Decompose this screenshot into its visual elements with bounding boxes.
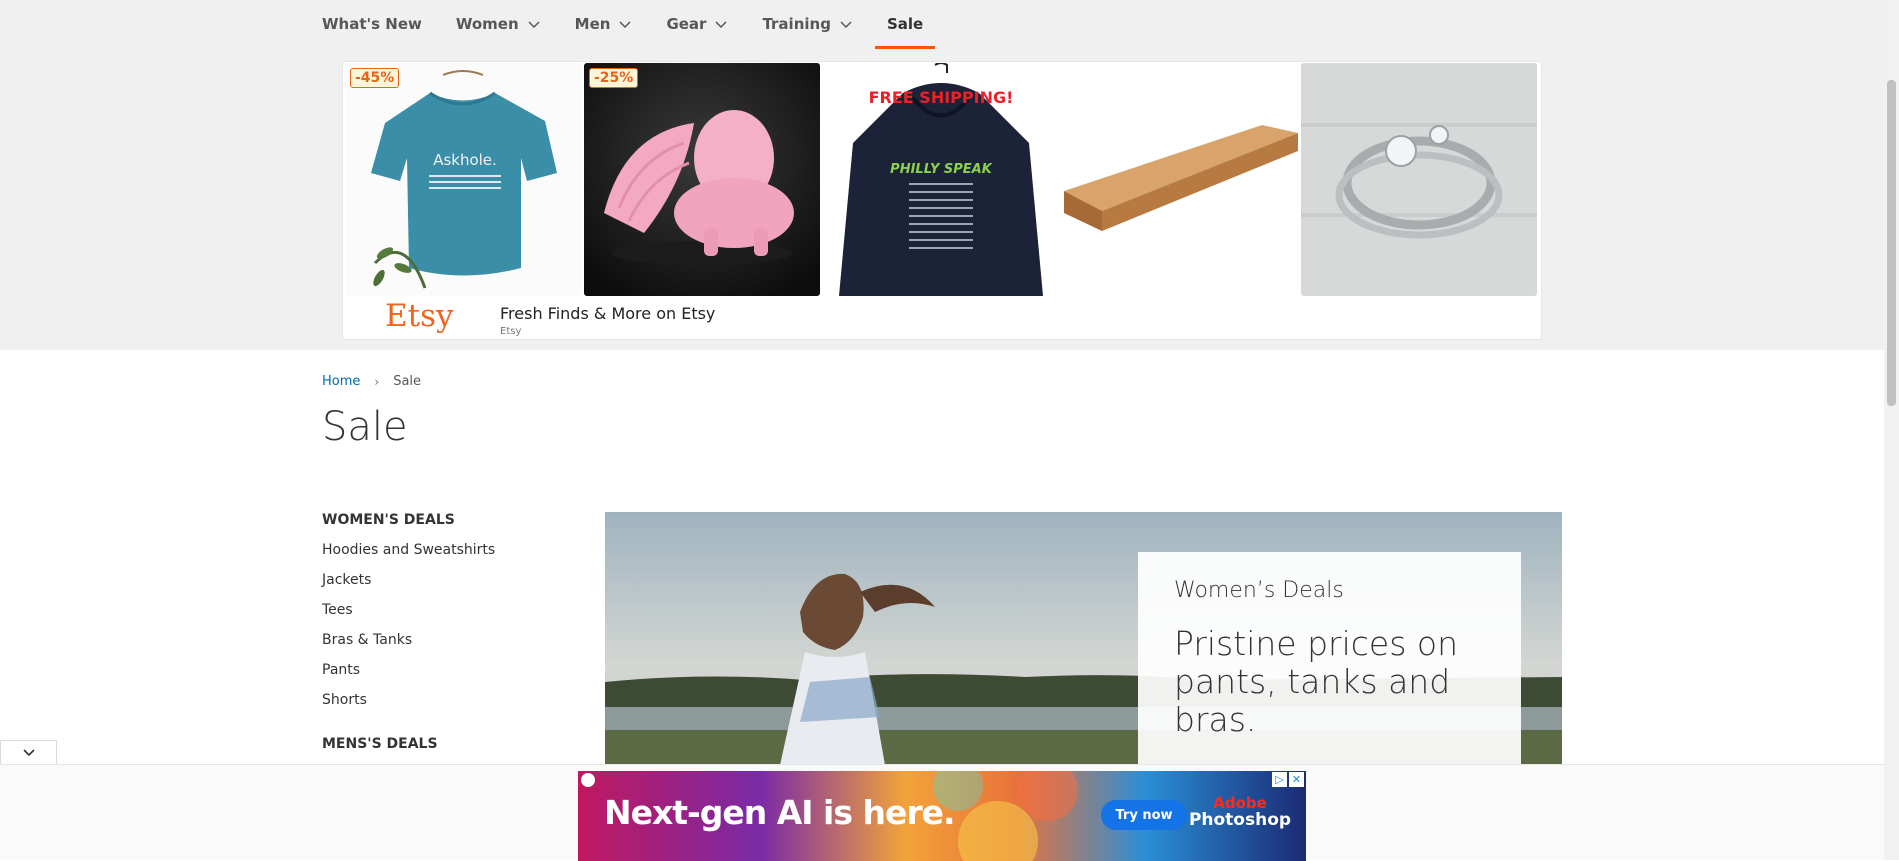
etsy-ad-banner[interactable]: ▷ ✕ Askhole. — [342, 61, 1542, 340]
nav-item-gear[interactable]: Gear — [666, 0, 728, 48]
discount-badge: -25% — [589, 68, 639, 88]
nav-item-training[interactable]: Training — [762, 0, 852, 48]
chevron-down-icon — [22, 748, 35, 756]
nav-item-men[interactable]: Men — [575, 0, 633, 48]
chevron-down-icon — [619, 21, 631, 29]
pink-shell-figurine-image — [584, 63, 820, 296]
free-shipping-banner: FREE SHIPPING! — [869, 88, 1014, 107]
nav-item-sale[interactable]: Sale — [874, 0, 936, 49]
sidebar-link-pants[interactable]: Pants — [322, 662, 562, 692]
ad-tile-ring[interactable] — [1301, 63, 1537, 296]
breadcrumb: Home › Sale — [322, 374, 421, 389]
etsy-ad-footer: Etsy Fresh Finds & More on Etsy Etsy — [343, 298, 1541, 340]
chevron-down-icon — [528, 21, 540, 29]
hoodie-product-image: FREE SHIPPING! PHILLY SPEAK — [823, 63, 1059, 296]
sidebar-heading-womens-deals: WOMEN'S DEALS — [322, 512, 455, 528]
sidebar-heading-mens-deals: MENS'S DEALS — [322, 736, 438, 752]
wood-shelf-image — [1062, 63, 1298, 296]
nav-item-whats-new[interactable]: What's New — [322, 0, 422, 48]
brand-line-photoshop: Photoshop — [1188, 810, 1292, 830]
diamond-ring-image — [1301, 63, 1537, 296]
page-title: Sale — [322, 404, 408, 450]
ad-tile-tshirt[interactable]: Askhole. -45% — [345, 63, 581, 296]
close-icon[interactable]: ✕ — [1289, 772, 1304, 787]
sidebar-link-jackets[interactable]: Jackets — [322, 572, 562, 602]
nav-label: Sale — [886, 15, 924, 33]
discount-badge: -45% — [350, 68, 400, 88]
collapse-ad-button[interactable] — [0, 740, 57, 764]
photoshop-ad-headline: Next-gen AI is here. — [604, 793, 956, 832]
page-scrollbar[interactable] — [1884, 0, 1899, 860]
ad-tile-shelf[interactable] — [1062, 63, 1298, 296]
ad-tiles: Askhole. -45% -25% FREE SHIPPING! PHILLY… — [345, 63, 1537, 296]
ad-tile-figurine[interactable]: -25% — [584, 63, 820, 296]
adobe-photoshop-logo: Adobe Photoshop — [1184, 795, 1296, 829]
sidebar-link-shorts[interactable]: Shorts — [322, 692, 562, 722]
tshirt-product-image: Askhole. — [345, 63, 581, 296]
sidebar-link-hoodies[interactable]: Hoodies and Sweatshirts — [322, 542, 562, 572]
shirt-text: Askhole. — [433, 151, 497, 169]
etsy-logo: Etsy — [385, 298, 454, 334]
scrollbar-thumb[interactable] — [1887, 80, 1896, 406]
hero-card-text: Pristine prices on pants, tanks and bras… — [1174, 624, 1458, 739]
photoshop-ad[interactable]: Next-gen AI is here. Try now Adobe Photo… — [578, 771, 1306, 861]
etsy-ad-headline[interactable]: Fresh Finds & More on Etsy — [500, 304, 715, 323]
try-now-button[interactable]: Try now — [1101, 800, 1187, 830]
hero-card: Women’s Deals Pristine prices on pants, … — [1138, 552, 1521, 765]
breadcrumb-separator: › — [374, 374, 380, 389]
nav-item-women[interactable]: Women — [456, 0, 541, 48]
sidebar-link-tees[interactable]: Tees — [322, 602, 562, 632]
hoodie-text: PHILLY SPEAK — [890, 162, 993, 177]
etsy-ad-advertiser: Etsy — [500, 326, 522, 337]
chevron-down-icon — [840, 21, 852, 29]
ad-tile-hoodie[interactable]: FREE SHIPPING! PHILLY SPEAK — [823, 63, 1059, 296]
ad-info-icon[interactable]: ▷ — [1272, 772, 1287, 787]
nav-label: Women — [455, 15, 519, 33]
nav-label: What's New — [322, 15, 422, 33]
shield-icon — [581, 773, 595, 787]
breadcrumb-current: Sale — [393, 374, 422, 389]
sticky-ad-bar: Next-gen AI is here. Try now Adobe Photo… — [0, 764, 1884, 861]
nav-label: Gear — [666, 15, 707, 33]
nav-label: Training — [762, 15, 831, 33]
main-nav: What's New Women Men Gear Training Sale — [322, 0, 957, 49]
sidebar-link-bras-tanks[interactable]: Bras & Tanks — [322, 632, 562, 662]
chevron-down-icon — [715, 21, 727, 29]
header-band: What's New Women Men Gear Training Sale … — [0, 0, 1884, 350]
womens-deals-hero[interactable]: Women’s Deals Pristine prices on pants, … — [605, 512, 1562, 765]
breadcrumb-home-link[interactable]: Home — [322, 374, 360, 389]
nav-label: Men — [574, 15, 611, 33]
sale-sidebar: WOMEN'S DEALS Hoodies and Sweatshirts Ja… — [322, 512, 562, 766]
hero-card-title: Women’s Deals — [1174, 578, 1344, 603]
ad-choices[interactable]: ▷ ✕ — [1272, 772, 1304, 787]
